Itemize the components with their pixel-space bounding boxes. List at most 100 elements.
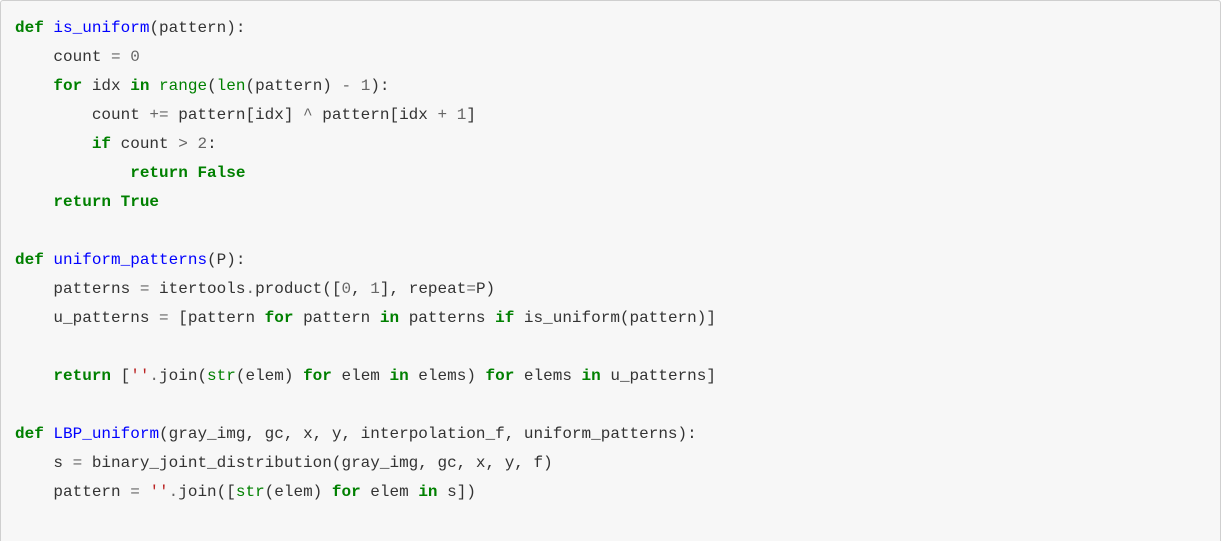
code-token: def	[15, 251, 44, 269]
code-token: idx	[82, 77, 130, 95]
code-token: u_patterns]	[601, 367, 716, 385]
code-token: =	[111, 48, 121, 66]
code-content: def is_uniform(pattern): count = 0 for i…	[15, 19, 764, 541]
code-token: u_patterns	[15, 309, 159, 327]
code-token: ], repeat	[380, 280, 466, 298]
code-token: .	[169, 483, 179, 501]
code-token: product([	[255, 280, 341, 298]
code-token: if	[495, 309, 514, 327]
code-token: +	[437, 106, 447, 124]
code-token: join(	[159, 367, 207, 385]
code-token	[111, 193, 121, 211]
code-token: uniform_patterns	[53, 251, 207, 269]
code-token	[44, 425, 54, 443]
code-token: return	[53, 193, 111, 211]
code-token: pattern	[15, 483, 130, 501]
code-token	[15, 135, 92, 153]
code-token: str	[207, 367, 236, 385]
code-token: pattern	[293, 309, 379, 327]
code-token: if	[92, 135, 111, 153]
code-token: (pattern):	[149, 19, 245, 37]
code-token	[15, 193, 53, 211]
code-token: 0	[130, 48, 140, 66]
code-token: ''	[130, 367, 149, 385]
code-token	[188, 164, 198, 182]
code-token	[15, 367, 53, 385]
code-token: False	[197, 164, 245, 182]
code-token	[447, 106, 457, 124]
code-token: patterns	[15, 280, 140, 298]
code-token: =	[140, 280, 150, 298]
code-token: ):	[370, 77, 389, 95]
code-token	[44, 251, 54, 269]
code-token: count	[111, 135, 178, 153]
code-token: elem	[361, 483, 419, 501]
code-token: return	[130, 164, 188, 182]
code-token: ^	[303, 106, 313, 124]
code-token: def	[15, 19, 44, 37]
code-token: is_uniform	[53, 19, 149, 37]
code-token: [pattern	[169, 309, 265, 327]
code-token: pattern[idx	[313, 106, 438, 124]
code-token: join([	[178, 483, 236, 501]
code-token: patterns	[399, 309, 495, 327]
code-token	[140, 483, 150, 501]
code-token: >	[178, 135, 188, 153]
code-token: pattern[idx]	[169, 106, 303, 124]
code-token: in	[418, 483, 437, 501]
code-token: for	[486, 367, 515, 385]
code-token: -	[342, 77, 352, 95]
code-token	[188, 135, 198, 153]
code-token: s	[15, 454, 73, 472]
code-token: is_uniform(pattern)]	[514, 309, 716, 327]
code-token: LBP_uniform	[53, 425, 159, 443]
code-token: itertools	[149, 280, 245, 298]
code-token: ''	[149, 483, 168, 501]
code-token: (elem)	[236, 367, 303, 385]
code-token: True	[121, 193, 159, 211]
code-token: for	[265, 309, 294, 327]
code-token	[15, 164, 130, 182]
code-token: in	[130, 77, 149, 95]
code-token: binary_joint_distribution(gray_img, gc, …	[82, 454, 552, 472]
code-token: =	[466, 280, 476, 298]
code-token: count	[15, 106, 149, 124]
code-token: len	[217, 77, 246, 95]
code-token: P)	[476, 280, 495, 298]
code-token: for	[303, 367, 332, 385]
code-token: elems	[514, 367, 581, 385]
code-token: 1	[457, 106, 467, 124]
code-token: ,	[351, 280, 370, 298]
code-token: =	[130, 483, 140, 501]
code-token: 2	[197, 135, 207, 153]
code-token: (P):	[207, 251, 245, 269]
code-token: str	[236, 483, 265, 501]
code-token: s])	[438, 483, 476, 501]
code-token: 1	[361, 77, 371, 95]
code-token: +=	[149, 106, 168, 124]
code-token: (elem)	[265, 483, 332, 501]
code-token	[121, 48, 131, 66]
code-token: :	[207, 135, 217, 153]
code-token: (gray_img, gc, x, y, interpolation_f, un…	[159, 425, 697, 443]
code-token: elem	[332, 367, 390, 385]
code-token: =	[159, 309, 169, 327]
code-block: def is_uniform(pattern): count = 0 for i…	[0, 0, 1221, 541]
code-token: range	[159, 77, 207, 95]
code-token	[15, 77, 53, 95]
code-token: return	[53, 367, 111, 385]
code-token: in	[582, 367, 601, 385]
code-token: in	[380, 309, 399, 327]
code-token	[149, 77, 159, 95]
code-token: (	[207, 77, 217, 95]
code-token: elems)	[409, 367, 486, 385]
code-token: ]	[466, 106, 476, 124]
code-token: =	[73, 454, 83, 472]
code-token: 0	[341, 280, 351, 298]
code-token	[351, 77, 361, 95]
code-token: (pattern)	[245, 77, 341, 95]
code-token: def	[15, 425, 44, 443]
code-token: count	[15, 48, 111, 66]
code-token: for	[53, 77, 82, 95]
code-token	[44, 19, 54, 37]
